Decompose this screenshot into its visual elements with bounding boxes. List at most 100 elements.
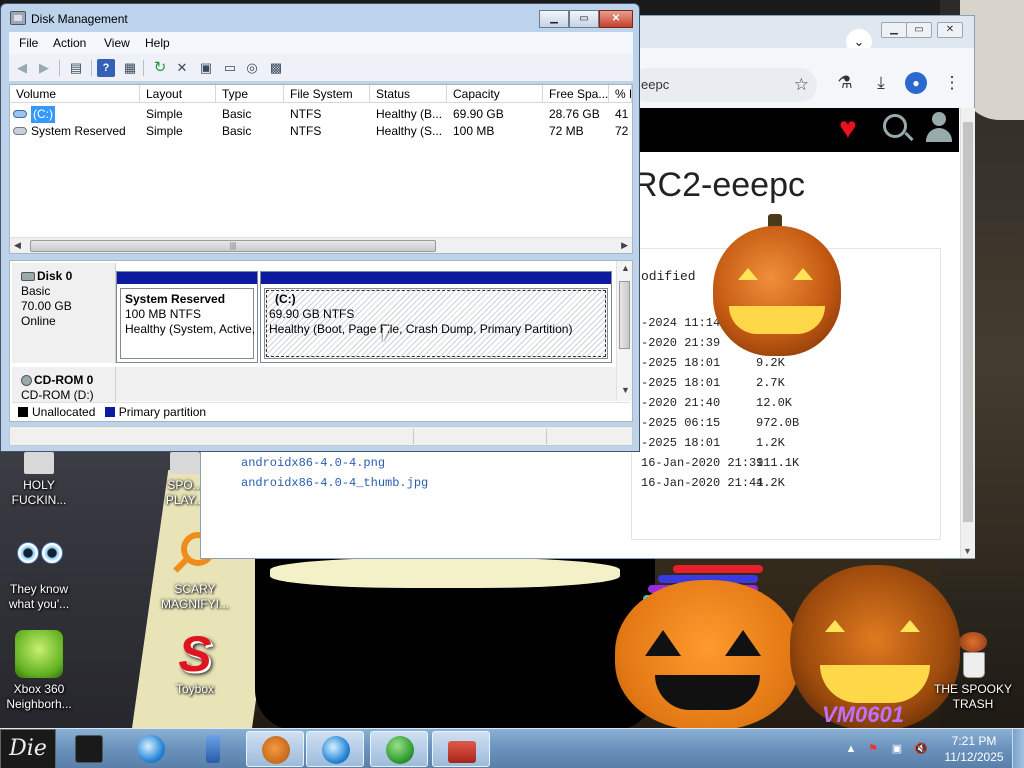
menu-action[interactable]: Action bbox=[53, 36, 86, 50]
show-desktop-button[interactable] bbox=[1012, 729, 1024, 768]
browser-scroll-thumb[interactable] bbox=[963, 122, 973, 522]
legend: Unallocated Primary partition bbox=[12, 402, 630, 420]
scroll-down-icon[interactable]: ▼ bbox=[621, 385, 630, 395]
volume-capacity: 100 MB bbox=[453, 124, 495, 138]
menu-help[interactable]: Help bbox=[145, 36, 170, 50]
explore-icon[interactable]: ◎ bbox=[243, 59, 261, 77]
file-link[interactable]: androidx86-4.0-4_thumb.jpg bbox=[241, 476, 428, 490]
download-icon[interactable]: ⤓ bbox=[870, 72, 892, 94]
browser-minimize-button[interactable]: ▁ bbox=[881, 22, 907, 38]
table-row[interactable]: (C:) Simple Basic NTFS Healthy (B... 69.… bbox=[10, 106, 632, 123]
scroll-down-arrow-icon[interactable]: ▼ bbox=[963, 546, 972, 556]
horizontal-scrollbar[interactable]: ◀ ||| ▶ bbox=[10, 237, 632, 253]
refresh-icon[interactable]: ↻ bbox=[151, 59, 169, 77]
site-search-icon[interactable] bbox=[883, 114, 907, 138]
column-type[interactable]: Type bbox=[216, 85, 284, 103]
taskbar-item-computer-management[interactable] bbox=[432, 731, 490, 767]
action-center-flag-icon[interactable]: ⚑ bbox=[866, 742, 880, 756]
help-icon[interactable]: ? bbox=[97, 59, 115, 77]
pumpkin-overlay bbox=[713, 226, 841, 356]
horizontal-scroll-thumb[interactable]: ||| bbox=[30, 240, 436, 252]
profile-icon[interactable]: ● bbox=[905, 72, 927, 94]
volume-free: 28.76 GB bbox=[549, 107, 600, 121]
properties-icon[interactable]: ▦ bbox=[121, 59, 139, 77]
column-status[interactable]: Status bbox=[370, 85, 447, 103]
taskbar-item-messenger[interactable] bbox=[370, 731, 428, 767]
column-free-space[interactable]: Free Spa... bbox=[543, 85, 609, 103]
legend-label: Unallocated bbox=[32, 405, 96, 419]
column-capacity[interactable]: Capacity bbox=[447, 85, 543, 103]
close-button[interactable]: ✕ bbox=[599, 10, 633, 28]
site-user-icon[interactable] bbox=[925, 112, 953, 146]
bookmark-star-icon[interactable]: ☆ bbox=[794, 68, 809, 102]
volume-list[interactable]: Volume Layout Type File System Status Ca… bbox=[9, 84, 633, 254]
menu-bar: File Action View Help bbox=[9, 32, 633, 54]
taskbar: Die ▲ ⚑ ▣ 🔇 7:21 PM 11/12/2025 bbox=[0, 728, 1024, 768]
taskbar-item-ie[interactable] bbox=[122, 731, 180, 767]
partition-c-drive[interactable]: (C:) 69.90 GB NTFS Healthy (Boot, Page F… bbox=[260, 271, 612, 363]
desktop-icon-spooky-trash[interactable]: THE SPOOKY TRASH bbox=[930, 630, 1016, 712]
console-tree-icon[interactable]: ▤ bbox=[67, 59, 85, 77]
browser-close-button[interactable]: ✕ bbox=[937, 22, 963, 38]
desktop-icon-xbox[interactable]: Xbox 360 Neighborh... bbox=[0, 630, 82, 712]
network-icon[interactable]: ▣ bbox=[890, 742, 904, 756]
internet-explorer-icon bbox=[137, 735, 165, 763]
column-layout[interactable]: Layout bbox=[140, 85, 216, 103]
toolbox-icon bbox=[448, 741, 476, 763]
maximize-button[interactable]: ▭ bbox=[569, 10, 599, 28]
taskbar-item-browser[interactable] bbox=[306, 731, 364, 767]
table-row[interactable]: System Reserved Simple Basic NTFS Health… bbox=[10, 123, 632, 140]
listing-row: androidx86-4.0-4_thumb.jpg 16-Jan-2020 21… bbox=[241, 476, 785, 490]
open-folder-icon[interactable]: ▭ bbox=[221, 59, 239, 77]
minimize-button[interactable]: ▁ bbox=[539, 10, 569, 28]
desktop-icon-holy[interactable]: HOLY FUCKIN... bbox=[0, 452, 82, 508]
disk-0-label[interactable]: Disk 0 Basic 70.00 GB Online bbox=[12, 263, 116, 363]
start-button[interactable]: Die bbox=[0, 729, 56, 768]
desktop-icon-label: Xbox 360 Neighborh... bbox=[6, 682, 72, 711]
desktop-icon-toybox[interactable]: S Toybox bbox=[152, 629, 238, 697]
scroll-right-icon[interactable]: ▶ bbox=[621, 240, 628, 251]
desktop-icon-they-know[interactable]: They know what you'... bbox=[0, 530, 82, 612]
column-percent-free[interactable]: % F bbox=[609, 85, 632, 103]
listing-header-modified[interactable]: odified bbox=[641, 269, 696, 284]
taskbar-item-folder[interactable] bbox=[60, 731, 118, 767]
cdrom-0-label[interactable]: CD-ROM 0 CD-ROM (D:) bbox=[12, 367, 116, 403]
listing-row: androidx86-4.0-4.png 16-Jan-2020 21:39 111… bbox=[241, 456, 800, 470]
back-arrow-icon[interactable]: ◀ bbox=[13, 59, 31, 77]
column-volume[interactable]: Volume bbox=[10, 85, 140, 103]
check-disk-icon[interactable]: ▣ bbox=[197, 59, 215, 77]
delete-icon[interactable]: ✕ bbox=[173, 59, 191, 77]
clock[interactable]: 7:21 PM 11/12/2025 bbox=[938, 733, 1010, 765]
desktop-icon-label: HOLY FUCKIN... bbox=[11, 478, 67, 507]
show-hidden-icons-icon[interactable]: ▲ bbox=[844, 742, 858, 756]
menu-file[interactable]: File bbox=[19, 36, 38, 50]
window-title: Disk Management bbox=[31, 12, 128, 26]
disk-view[interactable]: Disk 0 Basic 70.00 GB Online System Rese… bbox=[9, 260, 633, 422]
disk-view-vertical-scrollbar[interactable]: ▲ ▼ bbox=[616, 261, 632, 401]
exe-icon bbox=[24, 452, 54, 474]
browser-scrollbar[interactable]: ▼ bbox=[960, 108, 975, 558]
address-bar[interactable]: eepc ☆ bbox=[631, 68, 817, 102]
menu-kebab-icon[interactable]: ⋮ bbox=[941, 72, 963, 94]
scroll-up-icon[interactable]: ▲ bbox=[621, 263, 630, 273]
browser-maximize-button[interactable]: ▭ bbox=[906, 22, 932, 38]
taskbar-item-pumpkin[interactable] bbox=[246, 731, 304, 767]
column-file-system[interactable]: File System bbox=[284, 85, 370, 103]
disk-management-window[interactable]: Disk Management ▁ ▭ ✕ File Action View H… bbox=[0, 3, 640, 452]
volume-muted-icon[interactable]: 🔇 bbox=[914, 742, 928, 756]
partition-system-reserved[interactable]: System Reserved 100 MB NTFS Healthy (Sys… bbox=[116, 271, 258, 363]
file-link[interactable]: androidx86-4.0-4.png bbox=[241, 456, 385, 470]
heart-icon[interactable]: ♥ bbox=[839, 112, 857, 146]
volume-free: 72 MB bbox=[549, 124, 584, 138]
taskbar-item-usb[interactable] bbox=[184, 731, 242, 767]
volume-status: Healthy (S... bbox=[376, 124, 443, 138]
labs-flask-icon[interactable]: ⚗ bbox=[834, 72, 856, 94]
settings-grid-icon[interactable]: ▩ bbox=[267, 59, 285, 77]
scroll-left-icon[interactable]: ◀ bbox=[14, 240, 21, 251]
vertical-scroll-thumb[interactable] bbox=[619, 281, 630, 349]
mouse-cursor bbox=[383, 326, 391, 342]
forward-arrow-icon[interactable]: ▶ bbox=[35, 59, 53, 77]
trash-icon bbox=[949, 630, 997, 678]
menu-view[interactable]: View bbox=[104, 36, 130, 50]
volume-layout: Simple bbox=[146, 124, 183, 138]
